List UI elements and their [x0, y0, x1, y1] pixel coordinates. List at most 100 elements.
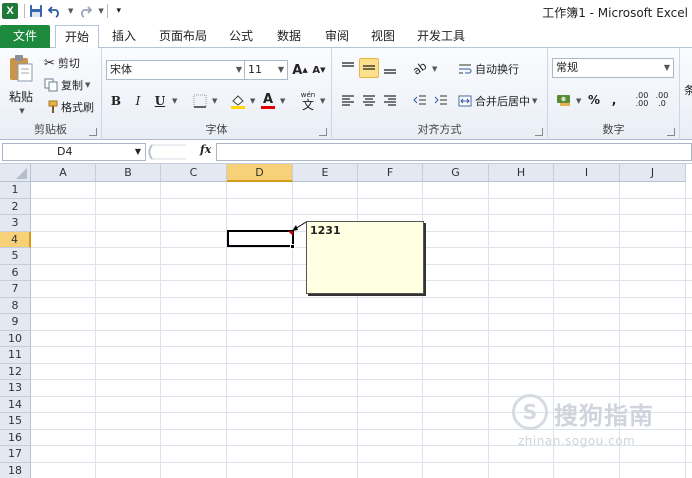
row-header-10[interactable]: 10: [0, 330, 31, 347]
align-left-button[interactable]: [338, 90, 358, 110]
row-header-7[interactable]: 7: [0, 281, 31, 298]
copy-button[interactable]: 复制 ▼: [44, 77, 90, 93]
percent-style-button[interactable]: %: [584, 90, 604, 110]
decrease-indent-button[interactable]: [410, 90, 430, 110]
tab-insert[interactable]: 插入: [104, 25, 144, 48]
row-header-15[interactable]: 15: [0, 413, 31, 430]
conditional-format-partial[interactable]: 条: [684, 82, 692, 98]
copy-dropdown-icon[interactable]: ▼: [85, 81, 90, 89]
number-format-combo[interactable]: 常规 ▼: [552, 58, 674, 78]
name-box[interactable]: D4 ▼: [2, 143, 146, 161]
formula-input[interactable]: [216, 143, 692, 161]
merge-center-button[interactable]: 合并后居中 ▼: [458, 93, 537, 109]
row-header-1[interactable]: 1: [0, 182, 31, 199]
row-header-6[interactable]: 6: [0, 264, 31, 281]
tab-developer[interactable]: 开发工具: [410, 25, 472, 48]
underline-button[interactable]: U: [150, 91, 170, 111]
tab-file[interactable]: 文件: [0, 25, 50, 48]
comment-text[interactable]: 1231: [310, 224, 341, 237]
save-icon[interactable]: [28, 3, 44, 19]
font-name-dropdown-icon[interactable]: ▼: [236, 61, 242, 79]
row-header-3[interactable]: 3: [0, 215, 31, 232]
tab-review[interactable]: 审阅: [316, 25, 358, 48]
tab-data[interactable]: 数据: [268, 25, 310, 48]
row-header-8[interactable]: 8: [0, 297, 31, 314]
align-bottom-button[interactable]: [380, 58, 400, 78]
formula-bar-splitter-icon[interactable]: [146, 143, 190, 161]
select-all-corner[interactable]: [0, 164, 31, 182]
align-middle-button[interactable]: [359, 58, 379, 78]
font-color-button[interactable]: A: [258, 91, 278, 111]
increase-decimal-button[interactable]: .00.00: [632, 90, 652, 110]
fill-handle[interactable]: [290, 244, 295, 249]
row-header-16[interactable]: 16: [0, 429, 31, 446]
tab-home[interactable]: 开始: [55, 25, 99, 49]
orientation-dropdown-icon[interactable]: ▼: [432, 65, 437, 73]
column-header-i[interactable]: I: [554, 164, 620, 182]
column-header-e[interactable]: E: [293, 164, 358, 182]
column-header-g[interactable]: G: [423, 164, 489, 182]
increase-indent-button[interactable]: [431, 90, 451, 110]
tab-page-layout[interactable]: 页面布局: [152, 25, 214, 48]
column-header-b[interactable]: B: [96, 164, 161, 182]
fill-color-button[interactable]: [228, 91, 248, 111]
redo-icon[interactable]: [77, 3, 93, 19]
font-size-dropdown-icon[interactable]: ▼: [278, 61, 284, 79]
row-header-4[interactable]: 4: [0, 231, 31, 248]
wrap-text-button[interactable]: 自动换行: [458, 61, 519, 77]
borders-button[interactable]: [190, 91, 210, 111]
clipboard-launcher-icon[interactable]: [89, 128, 97, 136]
shrink-font-button[interactable]: A ▼: [309, 60, 329, 80]
column-header-j[interactable]: J: [620, 164, 686, 182]
phonetic-button[interactable]: wén 文: [298, 91, 318, 111]
cell-comment-box[interactable]: 1231: [306, 221, 424, 294]
font-color-dropdown-icon[interactable]: ▼: [280, 97, 285, 105]
insert-function-icon[interactable]: fx: [200, 143, 211, 156]
merge-center-dropdown-icon[interactable]: ▼: [532, 97, 537, 105]
align-center-button[interactable]: [359, 90, 379, 110]
decrease-decimal-button[interactable]: .00.0: [652, 90, 672, 110]
row-header-14[interactable]: 14: [0, 396, 31, 413]
underline-dropdown-icon[interactable]: ▼: [172, 97, 177, 105]
row-header-18[interactable]: 18: [0, 462, 31, 478]
row-header-13[interactable]: 13: [0, 380, 31, 397]
font-size-combo[interactable]: 11 ▼: [244, 60, 288, 80]
column-header-a[interactable]: A: [31, 164, 96, 182]
active-cell-d4[interactable]: [227, 230, 294, 247]
undo-dropdown-icon[interactable]: ▼: [68, 7, 73, 15]
phonetic-dropdown-icon[interactable]: ▼: [320, 97, 325, 105]
align-right-button[interactable]: [380, 90, 400, 110]
customize-qat-icon[interactable]: ▾: [111, 3, 127, 19]
undo-icon[interactable]: [47, 3, 63, 19]
column-header-h[interactable]: H: [489, 164, 554, 182]
italic-button[interactable]: I: [128, 91, 148, 111]
accounting-format-button[interactable]: [554, 90, 574, 110]
font-name-combo[interactable]: 宋体 ▼: [106, 60, 246, 80]
paste-dropdown-icon[interactable]: ▼: [19, 107, 24, 115]
number-format-dropdown-icon[interactable]: ▼: [664, 59, 670, 77]
cut-button[interactable]: ✂ 剪切: [44, 55, 80, 71]
align-top-button[interactable]: [338, 58, 358, 78]
tab-view[interactable]: 视图: [362, 25, 404, 48]
fill-color-dropdown-icon[interactable]: ▼: [250, 97, 255, 105]
row-header-12[interactable]: 12: [0, 363, 31, 380]
number-launcher-icon[interactable]: [667, 128, 675, 136]
row-header-2[interactable]: 2: [0, 198, 31, 215]
row-header-5[interactable]: 5: [0, 248, 31, 265]
tab-formulas[interactable]: 公式: [220, 25, 262, 48]
bold-button[interactable]: B: [106, 91, 126, 111]
alignment-launcher-icon[interactable]: [535, 128, 543, 136]
borders-dropdown-icon[interactable]: ▼: [212, 97, 217, 105]
column-header-f[interactable]: F: [358, 164, 423, 182]
row-header-17[interactable]: 17: [0, 446, 31, 463]
redo-dropdown-icon[interactable]: ▼: [98, 7, 103, 15]
excel-icon[interactable]: X: [2, 3, 18, 19]
accounting-dropdown-icon[interactable]: ▼: [576, 97, 581, 105]
row-header-9[interactable]: 9: [0, 314, 31, 331]
grow-font-button[interactable]: A ▲: [290, 60, 310, 80]
name-box-dropdown-icon[interactable]: ▼: [135, 144, 141, 160]
paste-button[interactable]: 粘贴 ▼: [8, 54, 34, 115]
orientation-button[interactable]: ab: [410, 58, 430, 78]
column-header-d[interactable]: D: [227, 164, 293, 182]
comma-style-button[interactable]: ,: [604, 90, 624, 110]
